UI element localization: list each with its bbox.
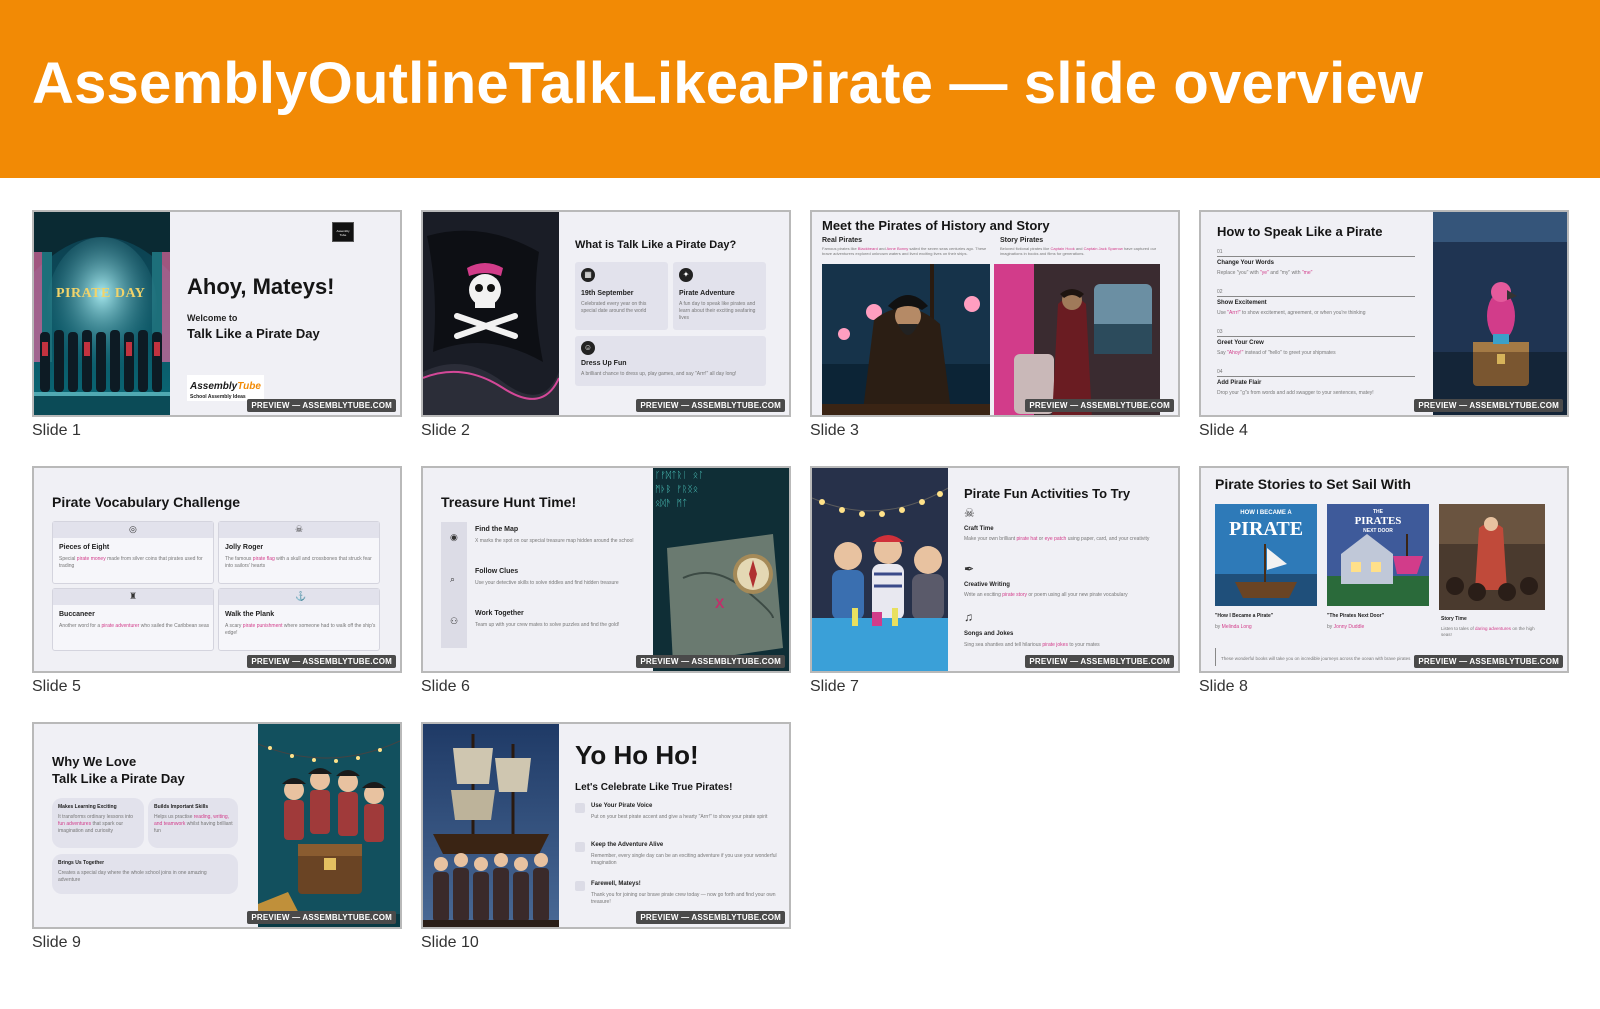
- skull-icon: ☠: [964, 506, 975, 520]
- preview-watermark: PREVIEW — ASSEMBLYTUBE.COM: [247, 911, 396, 924]
- slide-title: Pirate Stories to Set Sail With: [1215, 476, 1411, 492]
- slide-caption-9: Slide 9: [32, 934, 81, 951]
- kids-crafting-photo: [812, 468, 948, 671]
- plank-icon: ⚓: [295, 591, 307, 601]
- team-icon: ⚇: [450, 616, 459, 626]
- checkbox-3: [575, 881, 585, 891]
- slide-caption-1: Slide 1: [32, 422, 81, 439]
- preview-watermark: PREVIEW — ASSEMBLYTUBE.COM: [1025, 655, 1174, 668]
- reason-card-2: Builds Important Skills Helps us practis…: [148, 798, 238, 848]
- slide-caption-10: Slide 10: [421, 934, 479, 951]
- checkbox-2: [575, 842, 585, 852]
- magnifier-icon: ⌕: [450, 574, 456, 584]
- skull-icon: ☠: [295, 524, 304, 534]
- slide-title: How to Speak Like a Pirate: [1217, 224, 1383, 239]
- coin-icon: ◎: [129, 524, 137, 534]
- preview-watermark: PREVIEW — ASSEMBLYTUBE.COM: [1414, 655, 1563, 668]
- slide-thumbnail-6[interactable]: Treasure Hunt Time! ◉ Find the Map X mar…: [421, 466, 791, 673]
- vocab-card-4: ⚓ Walk the Plank A scary pirate punishme…: [218, 588, 380, 651]
- reason-card-1: Makes Learning Exciting It transforms or…: [52, 798, 144, 848]
- preview-watermark: PREVIEW — ASSEMBLYTUBE.COM: [1414, 399, 1563, 412]
- svg-text:ᚴᚠᛞᛏᚱᛁ ᛟᛚ: ᚴᚠᛞᛏᚱᛁ ᛟᛚ: [655, 470, 704, 481]
- vocab-card-1: ◎ Pieces of Eight Special pirate money m…: [52, 521, 214, 584]
- pirate-flag-photo: [423, 212, 559, 415]
- slide-thumbnail-1[interactable]: PIRATE DAY Assembly Tube Ahoy, Mateys! W…: [32, 210, 402, 417]
- preview-watermark: PREVIEW — ASSEMBLYTUBE.COM: [247, 399, 396, 412]
- slide-thumbnail-4[interactable]: How to Speak Like a Pirate 01 Change You…: [1199, 210, 1569, 417]
- vocab-card-3: ♜ Buccaneer Another word for a pirate ad…: [52, 588, 214, 651]
- slide-title: Treasure Hunt Time!: [441, 494, 577, 510]
- preview-watermark: PREVIEW — ASSEMBLYTUBE.COM: [636, 911, 785, 924]
- parrot-treasure-photo: [1433, 212, 1567, 415]
- assembly-tube-brand: AssemblyTube School Assembly Ideas: [187, 375, 264, 401]
- slide-thumbnail-7[interactable]: Pirate Fun Activities To Try ☠ Craft Tim…: [810, 466, 1180, 673]
- pirate-hat-icon: ♜: [129, 591, 138, 601]
- header-banner: AssemblyOutlineTalkLikeaPirate — slide o…: [0, 0, 1600, 178]
- pirate-ship-crew-photo: [423, 724, 559, 927]
- map-pin-icon: ◉: [450, 532, 458, 542]
- slide-thumbnail-2[interactable]: What is Talk Like a Pirate Day? ▦ 19th S…: [421, 210, 791, 417]
- book-cover-2: THE PIRATES NEXT DOOR: [1327, 504, 1429, 606]
- slide-caption-3: Slide 3: [810, 422, 859, 439]
- mask-icon: ☺: [581, 341, 595, 355]
- slide-thumbnail-5[interactable]: Pirate Vocabulary Challenge ◎ Pieces of …: [32, 466, 402, 673]
- info-card-3: ☺ Dress Up Fun A brilliant chance to dre…: [575, 336, 766, 386]
- info-card-2: ✦ Pirate Adventure A fun day to speak li…: [673, 262, 766, 330]
- calendar-icon: ▦: [581, 268, 595, 282]
- slide-caption-8: Slide 8: [1199, 678, 1248, 695]
- slide-title: What is Talk Like a Pirate Day?: [575, 239, 737, 251]
- quill-icon: ✒: [964, 562, 975, 576]
- slide-thumbnail-9[interactable]: Why We Love Talk Like a Pirate Day Makes…: [32, 722, 402, 929]
- assembly-tube-logo-box: Assembly Tube: [332, 222, 354, 242]
- pirate-day-sign: PIRATE DAY: [56, 286, 146, 301]
- slide-subtitle: Talk Like a Pirate Day: [187, 326, 320, 341]
- treasure-map-photo: ᚴᚠᛞᛏᚱᛁ ᛟᛚ ᛗᚦᛒ ᚠᚱᛝᛟ ᛟᛞᚫ ᛗᛏ X: [653, 468, 789, 671]
- stage-photo: PIRATE DAY: [34, 212, 170, 415]
- svg-text:ᛟᛞᚫ ᛗᛏ: ᛟᛞᚫ ᛗᛏ: [655, 498, 687, 509]
- story-time-photo: [1439, 504, 1545, 610]
- reason-card-3: Brings Us Together Creates a special day…: [52, 854, 238, 894]
- preview-watermark: PREVIEW — ASSEMBLYTUBE.COM: [636, 655, 785, 668]
- slide-title: Pirate Vocabulary Challenge: [52, 494, 241, 510]
- slide-title: Pirate Fun Activities To Try: [964, 486, 1131, 501]
- slide-subtitle: Talk Like a Pirate Day: [52, 771, 185, 786]
- slide-title: Yo Ho Ho!: [575, 740, 699, 770]
- slide-caption-7: Slide 7: [810, 678, 859, 695]
- slide-title: Meet the Pirates of History and Story: [822, 218, 1050, 233]
- slide-caption-5: Slide 5: [32, 678, 81, 695]
- preview-watermark: PREVIEW — ASSEMBLYTUBE.COM: [636, 399, 785, 412]
- svg-text:ᛗᚦᛒ ᚠᚱᛝᛟ: ᛗᚦᛒ ᚠᚱᛝᛟ: [655, 484, 698, 495]
- slide-thumbnail-3[interactable]: Meet the Pirates of History and Story Re…: [810, 210, 1180, 417]
- pirate-kids-treasure-photo: [258, 724, 400, 927]
- page-title: AssemblyOutlineTalkLikeaPirate — slide o…: [32, 51, 1424, 116]
- footer-note: These wonderful books will take you on i…: [1221, 656, 1411, 661]
- slide-subtitle: Let's Celebrate Like True Pirates!: [575, 782, 733, 793]
- slide-caption-6: Slide 6: [421, 678, 470, 695]
- vocab-card-2: ☠ Jolly Roger The famous pirate flag wit…: [218, 521, 380, 584]
- slide-caption-4: Slide 4: [1199, 422, 1248, 439]
- blackbeard-photo: [822, 264, 990, 415]
- welcome-text: Welcome to: [187, 313, 238, 323]
- compass-icon: ✦: [679, 268, 693, 282]
- story-pirate-photo: [994, 264, 1160, 415]
- checkbox-1: [575, 803, 585, 813]
- music-note-icon: ♫: [964, 610, 973, 624]
- info-card-1: ▦ 19th September Celebrated every year o…: [575, 262, 668, 330]
- preview-watermark: PREVIEW — ASSEMBLYTUBE.COM: [1025, 399, 1174, 412]
- slide-caption-2: Slide 2: [421, 422, 470, 439]
- slide-title: Ahoy, Mateys!: [187, 274, 335, 299]
- book-cover-1: HOW I BECAME A PIRATE: [1215, 504, 1317, 606]
- slide-title: Why We Love: [52, 754, 137, 769]
- slide-thumbnail-8[interactable]: Pirate Stories to Set Sail With HOW I BE…: [1199, 466, 1569, 673]
- svg-text:X: X: [715, 595, 725, 611]
- preview-watermark: PREVIEW — ASSEMBLYTUBE.COM: [247, 655, 396, 668]
- slide-thumbnail-10[interactable]: Yo Ho Ho! Let's Celebrate Like True Pira…: [421, 722, 791, 929]
